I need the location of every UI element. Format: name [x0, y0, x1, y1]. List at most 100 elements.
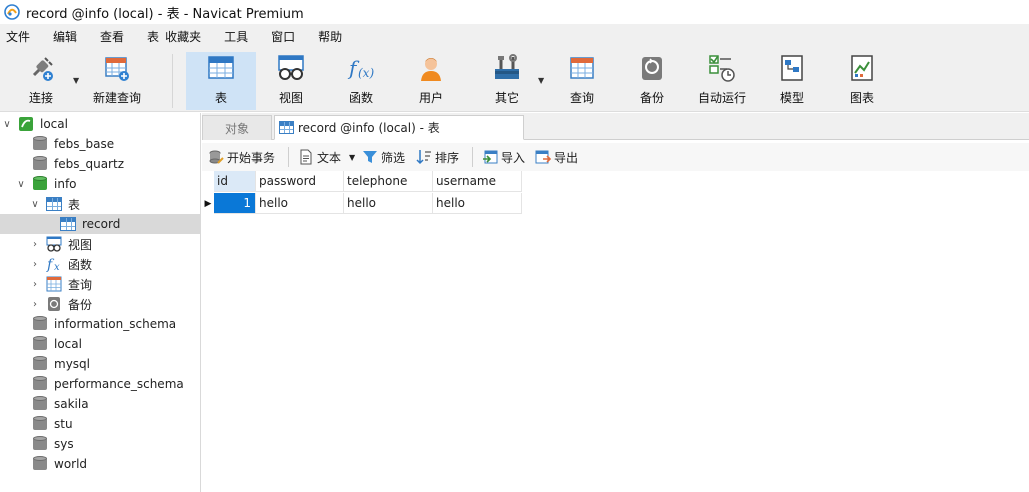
tree-database[interactable]: febs_quartz: [0, 154, 200, 174]
svg-text:x: x: [54, 262, 60, 272]
model-button[interactable]: 模型: [763, 52, 821, 110]
import-icon: [482, 149, 498, 165]
backup-icon: [46, 296, 62, 312]
database-icon: [33, 456, 47, 472]
svg-text:(x): (x): [358, 66, 374, 80]
column-header-password[interactable]: password: [256, 171, 344, 192]
table-row-telephone-cell[interactable]: hello: [344, 193, 433, 214]
backup-icon: [637, 53, 667, 83]
other-dropdown-icon[interactable]: ▼: [538, 76, 544, 85]
export-icon: [535, 149, 552, 165]
table-row-password-cell[interactable]: hello: [256, 193, 344, 214]
connect-dropdown-icon[interactable]: ▼: [73, 76, 79, 85]
begin-transaction-button[interactable]: 开始事务: [208, 147, 275, 167]
menu-favorites[interactable]: 收藏夹: [165, 28, 213, 45]
table-toolbar: 开始事务 文本 ▼ 筛选 排序 导入 导出: [202, 143, 1029, 171]
user-button[interactable]: 用户: [402, 52, 460, 110]
filter-funnel-icon: [362, 149, 378, 165]
auto-run-button[interactable]: 自动运行: [693, 52, 751, 110]
user-icon: [416, 53, 446, 83]
sort-button[interactable]: 排序: [416, 147, 459, 167]
chart-icon: [847, 53, 877, 83]
table-icon: [279, 121, 294, 134]
menu-file[interactable]: 文件: [6, 28, 42, 45]
database-icon: [33, 356, 47, 372]
database-icon: [33, 136, 47, 152]
tree-folder-backups[interactable]: › 备份: [0, 294, 200, 314]
other-button[interactable]: 其它: [478, 52, 536, 110]
tree-database[interactable]: mysql: [0, 354, 200, 374]
tab-record-table[interactable]: record @info (local) - 表: [274, 115, 524, 140]
collapse-chevron-icon[interactable]: ∨: [2, 119, 12, 130]
tree-database[interactable]: performance_schema: [0, 374, 200, 394]
expand-chevron-icon[interactable]: ›: [30, 239, 40, 250]
new-query-button[interactable]: 新建查询: [88, 52, 146, 110]
new-query-icon: [102, 53, 132, 83]
tree-folder-queries[interactable]: › 查询: [0, 274, 200, 294]
sort-icon: [416, 149, 432, 165]
backup-button[interactable]: 备份: [623, 52, 681, 110]
database-icon: [33, 156, 47, 172]
collapse-chevron-icon[interactable]: ∨: [16, 179, 26, 190]
menu-table[interactable]: 表: [147, 28, 165, 45]
query-icon: [567, 53, 597, 83]
tree-database[interactable]: sys: [0, 434, 200, 454]
tree-database[interactable]: febs_base: [0, 134, 200, 154]
menu-edit[interactable]: 编辑: [53, 28, 89, 45]
query-button[interactable]: 查询: [553, 52, 611, 110]
auto-run-icon: [707, 53, 737, 83]
tree-folder-views[interactable]: › 视图: [0, 234, 200, 254]
tree-database[interactable]: local: [0, 334, 200, 354]
text-dropdown-icon[interactable]: ▼: [349, 153, 355, 162]
database-icon: [33, 376, 47, 392]
menu-window[interactable]: 窗口: [271, 28, 307, 45]
tree-table-record[interactable]: record: [0, 214, 200, 234]
column-header-id[interactable]: id: [214, 171, 256, 192]
toolbar-separator: [472, 147, 473, 167]
expand-chevron-icon[interactable]: ›: [30, 259, 40, 270]
table-row-username-cell[interactable]: hello: [433, 193, 522, 214]
expand-chevron-icon[interactable]: ›: [30, 279, 40, 290]
connect-button[interactable]: 连接: [18, 52, 64, 110]
table-row-id-cell[interactable]: 1: [214, 193, 256, 214]
export-button[interactable]: 导出: [535, 147, 578, 167]
view-button[interactable]: 视图: [262, 52, 320, 110]
database-icon: [33, 416, 47, 432]
main-toolbar: 连接 ▼ 新建查询 表 视图 f (x) 函数 用户 其它 ▼ 查询 备份 自动…: [0, 48, 1029, 112]
tools-icon: [492, 53, 522, 83]
tree-database[interactable]: sakila: [0, 394, 200, 414]
tree-database-info[interactable]: ∨ info: [0, 174, 200, 194]
tree-folder-functions[interactable]: › f x 函数: [0, 254, 200, 274]
expand-chevron-icon[interactable]: ›: [30, 299, 40, 310]
menu-tools[interactable]: 工具: [224, 28, 260, 45]
import-button[interactable]: 导入: [482, 147, 525, 167]
tree-database[interactable]: stu: [0, 414, 200, 434]
menu-view[interactable]: 查看: [100, 28, 136, 45]
menu-bar: 文件 编辑 查看 表 收藏夹 工具 窗口 帮助: [0, 24, 1029, 48]
tree-folder-tables[interactable]: ∨ 表: [0, 194, 200, 214]
chart-button[interactable]: 图表: [833, 52, 891, 110]
column-header-telephone[interactable]: telephone: [344, 171, 433, 192]
title-bar: record @info (local) - 表 - Navicat Premi…: [0, 0, 1029, 24]
database-icon: [33, 436, 47, 452]
tree-connection-local[interactable]: ∨ local: [0, 114, 200, 134]
database-icon: [33, 396, 47, 412]
tree-database[interactable]: world: [0, 454, 200, 474]
menu-help[interactable]: 帮助: [318, 28, 354, 45]
text-button[interactable]: 文本 ▼: [298, 147, 355, 167]
function-fx-icon: f x: [46, 255, 62, 273]
function-button[interactable]: f (x) 函数: [332, 52, 390, 110]
view-glasses-icon: [276, 53, 306, 83]
transaction-icon: [208, 149, 224, 165]
toolbar-separator: [288, 147, 289, 167]
table-folder-icon: [46, 197, 62, 211]
tab-objects[interactable]: 对象: [202, 115, 272, 140]
table-icon: [206, 53, 236, 83]
tree-database[interactable]: information_schema: [0, 314, 200, 334]
column-header-username[interactable]: username: [433, 171, 522, 192]
navigation-tree: ∨ local febs_base febs_quartz ∨ info ∨ 表…: [0, 113, 201, 492]
filter-button[interactable]: 筛选: [362, 147, 405, 167]
table-button[interactable]: 表: [186, 52, 256, 110]
open-database-icon: [33, 176, 47, 192]
collapse-chevron-icon[interactable]: ∨: [30, 199, 40, 210]
